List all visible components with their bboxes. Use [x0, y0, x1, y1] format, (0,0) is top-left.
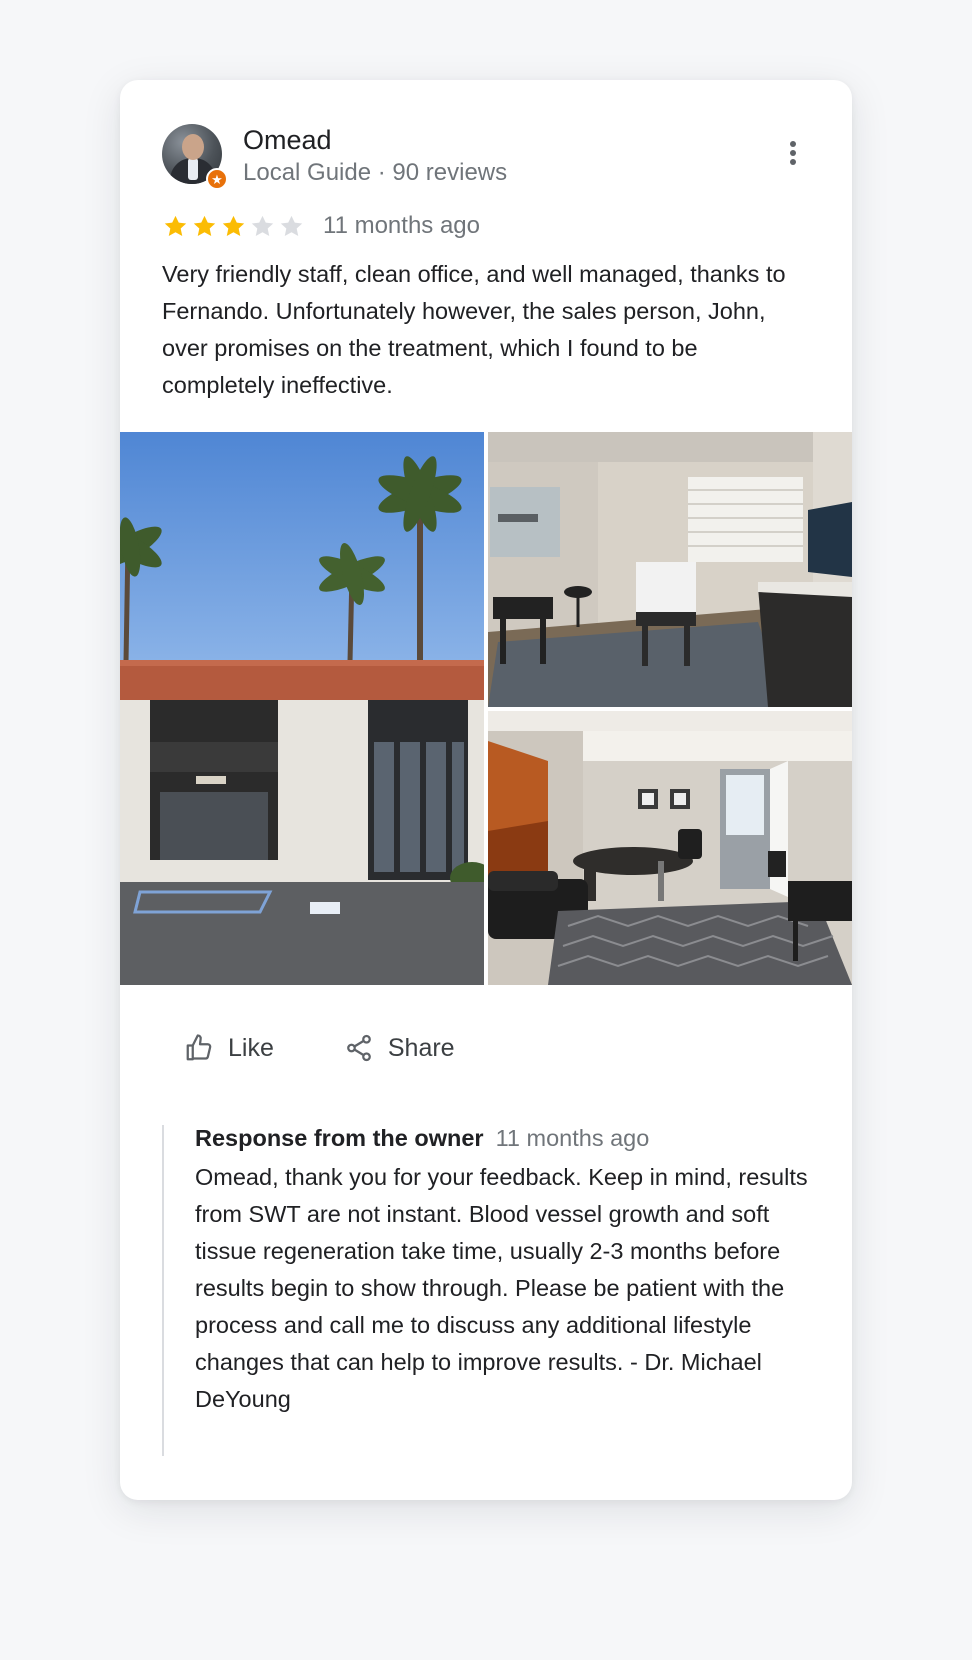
star-empty-icon — [280, 215, 303, 236]
more-options-button[interactable] — [776, 136, 810, 170]
review-header: ★ Omead Local Guide · 90 reviews — [162, 124, 810, 190]
local-guide-badge-icon: ★ — [206, 168, 228, 190]
review-photo-office[interactable] — [488, 711, 852, 985]
owner-response-time: 11 months ago — [495, 1125, 650, 1151]
star-filled-icon — [193, 215, 216, 236]
owner-response-title: Response from the owner — [195, 1125, 484, 1151]
star-rating — [162, 213, 305, 240]
share-button[interactable]: Share — [344, 1033, 455, 1063]
star-empty-icon — [251, 215, 274, 236]
like-label: Like — [228, 1033, 274, 1062]
thumb-up-icon — [186, 1034, 212, 1061]
review-photo-building[interactable] — [120, 432, 484, 985]
review-photo-treatment-room[interactable] — [488, 432, 852, 707]
reviewer-avatar[interactable]: ★ — [162, 124, 228, 190]
like-button[interactable]: Like — [184, 1033, 274, 1063]
owner-response-text: Omead, thank you for your feedback. Keep… — [195, 1164, 808, 1412]
review-card: ★ Omead Local Guide · 90 reviews 11 mont… — [120, 80, 852, 1500]
more-vert-icon — [790, 141, 796, 165]
review-time: 11 months ago — [323, 212, 480, 239]
owner-response: Response from the owner 11 months ago Ome… — [162, 1125, 812, 1456]
star-filled-icon — [222, 215, 245, 236]
share-label: Share — [387, 1033, 455, 1062]
review-text: Very friendly staff, clean office, and w… — [162, 261, 786, 398]
share-icon — [347, 1034, 371, 1062]
star-filled-icon — [164, 215, 187, 236]
review-photos — [120, 432, 852, 985]
review-actions: Like Share — [184, 1028, 455, 1068]
reviewer-meta: Local Guide · 90 reviews — [243, 159, 508, 186]
reviewer-name[interactable]: Omead — [243, 124, 332, 156]
owner-response-header: Response from the owner 11 months ago — [195, 1125, 649, 1152]
rating-row: 11 months ago — [162, 208, 480, 244]
